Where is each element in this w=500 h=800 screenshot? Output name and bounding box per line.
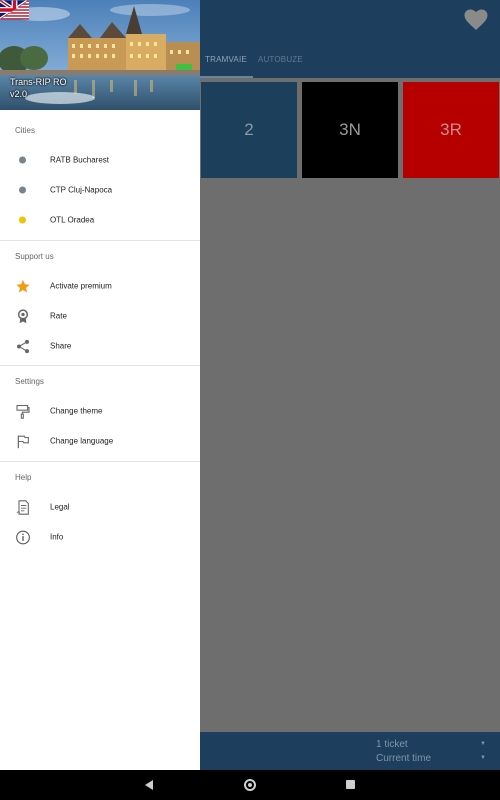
menu-item-legal[interactable]: Legal [0, 492, 200, 522]
back-icon[interactable] [145, 780, 153, 790]
menu-item-label: Change language [50, 436, 114, 446]
app-name: Trans-RIP RO [10, 77, 67, 87]
city-label: CTP Cluj-Napoca [50, 185, 113, 195]
language-flag-icon[interactable] [0, 0, 29, 20]
transport-tabs: TRAMVAIE AUTOBUZE [200, 52, 309, 78]
bottom-bar: 1 ticket ▼ Current time ▼ [200, 732, 500, 770]
menu-item-activate-premium[interactable]: Activate premium [0, 271, 200, 301]
city-item-ratb-bucharest[interactable]: RATB Bucharest [0, 145, 200, 175]
line-tile-3r[interactable]: 3R [403, 82, 499, 178]
navigation-drawer: Trans-RIP RO v2.0 Cities RATB Bucharest … [0, 0, 200, 770]
ticket-selector-value: 1 ticket [376, 739, 408, 750]
line-tiles: 2 3N 3R [201, 82, 499, 178]
line-tile-3n[interactable]: 3N [302, 82, 398, 178]
divider [0, 240, 200, 241]
favorite-heart-icon[interactable] [464, 9, 488, 31]
menu-item-label: Change theme [50, 406, 103, 416]
section-title-support: Support us [15, 252, 54, 261]
menu-item-label: Legal [50, 502, 70, 512]
divider [0, 365, 200, 366]
menu-item-label: Share [50, 341, 72, 351]
menu-item-label: Info [50, 532, 64, 542]
menu-item-change-theme[interactable]: Change theme [0, 396, 200, 426]
menu-item-share[interactable]: Share [0, 331, 200, 361]
section-title-cities: Cities [15, 126, 36, 135]
tab-tramvaie[interactable]: TRAMVAIE [200, 52, 253, 78]
dropdown-arrow-icon: ▼ [480, 755, 486, 761]
city-dot-icon [19, 186, 26, 194]
city-label: RATB Bucharest [50, 155, 109, 165]
recent-apps-icon[interactable] [346, 780, 355, 789]
time-selector-value: Current time [376, 753, 432, 764]
info-icon [14, 529, 31, 546]
legal-document-icon [14, 499, 31, 516]
award-icon [14, 308, 31, 325]
city-item-ctp-cluj-napoca[interactable]: CTP Cluj-Napoca [0, 175, 200, 205]
menu-item-change-language[interactable]: Change language [0, 426, 200, 456]
home-icon[interactable] [244, 779, 256, 791]
city-item-otl-oradea[interactable]: OTL Oradea [0, 205, 200, 235]
ticket-selector[interactable]: 1 ticket ▼ [376, 739, 490, 750]
line-tile-2[interactable]: 2 [201, 82, 297, 178]
dropdown-arrow-icon: ▼ [480, 741, 486, 747]
flag-icon [14, 433, 31, 450]
menu-item-info[interactable]: Info [0, 522, 200, 552]
share-icon [14, 338, 31, 355]
time-selector[interactable]: Current time ▼ [376, 753, 490, 764]
app-version: v2.0 [10, 89, 28, 99]
theme-icon [14, 403, 31, 420]
tab-autobuze[interactable]: AUTOBUZE [253, 52, 309, 78]
divider [0, 461, 200, 462]
star-icon [14, 278, 31, 295]
menu-item-label: Rate [50, 311, 67, 321]
city-label: OTL Oradea [50, 215, 95, 225]
menu-item-label: Activate premium [50, 281, 112, 291]
section-title-help: Help [15, 473, 32, 482]
section-title-settings: Settings [15, 377, 44, 386]
city-dot-icon [19, 216, 26, 224]
city-dot-icon [19, 156, 26, 164]
system-navigation-bar [0, 770, 500, 800]
drawer-header: Trans-RIP RO v2.0 [0, 0, 200, 110]
header-city-image [0, 0, 200, 110]
menu-item-rate[interactable]: Rate [0, 301, 200, 331]
